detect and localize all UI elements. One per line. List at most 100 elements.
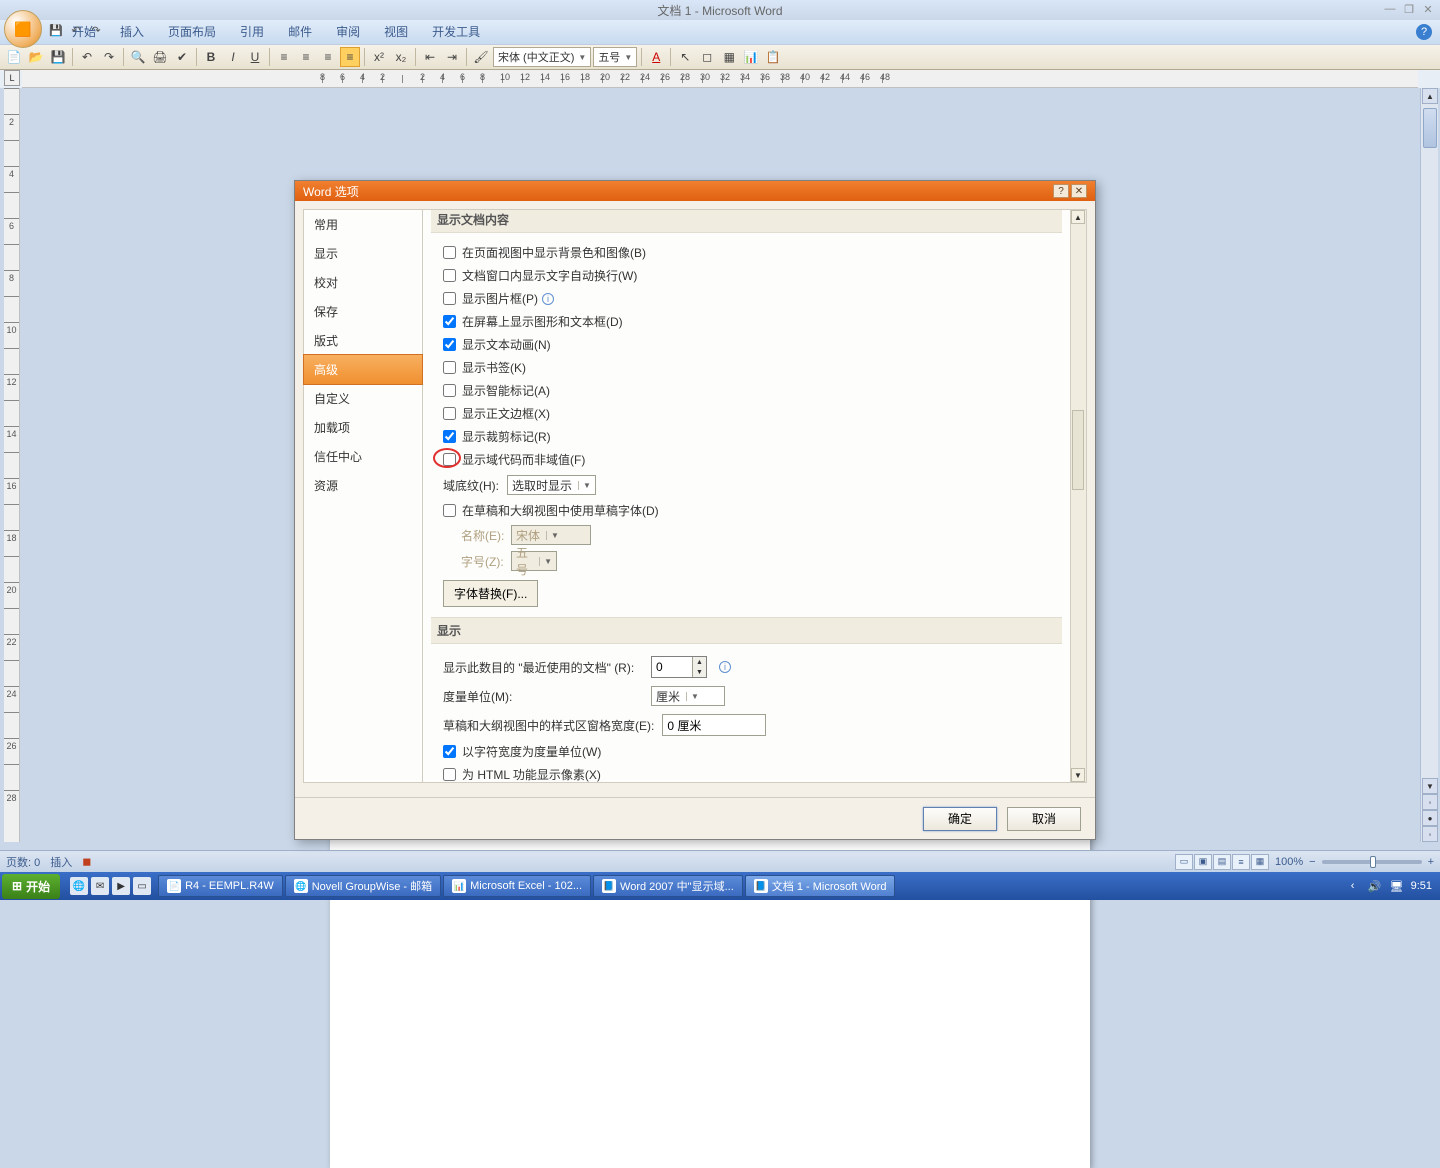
taskbar-item[interactable]: 📘Word 2007 中"显示域... xyxy=(593,875,743,897)
draft-font-checkbox[interactable] xyxy=(443,504,456,517)
restore-button[interactable]: ❐ xyxy=(1401,2,1417,16)
tab-layout[interactable]: 页面布局 xyxy=(156,19,228,44)
redo-icon[interactable]: ↷ xyxy=(99,47,119,67)
ql-icon-1[interactable]: 🌐 xyxy=(70,877,88,895)
start-button[interactable]: ⊞ 开始 xyxy=(2,874,60,899)
print-preview-icon[interactable]: 🔍 xyxy=(128,47,148,67)
info-icon[interactable]: i xyxy=(542,293,554,305)
options-nav-item[interactable]: 信任中心 xyxy=(304,442,422,471)
taskbar-item[interactable]: 📊Microsoft Excel - 102... xyxy=(443,875,591,897)
tray-icon-1[interactable]: ‹ xyxy=(1345,878,1361,894)
macro-record-icon[interactable]: ◼ xyxy=(82,855,91,868)
vertical-ruler[interactable]: 246810121416182022242628 xyxy=(4,88,20,842)
char-unit-checkbox-row[interactable]: 以字符宽度为度量单位(W) xyxy=(431,740,1062,763)
horizontal-ruler[interactable]: 8642246810121416182022242628303234363840… xyxy=(22,70,1418,88)
measurement-unit-dropdown[interactable]: 厘米▼ xyxy=(651,686,725,706)
option-checkbox[interactable] xyxy=(443,338,456,351)
open-icon[interactable]: 📂 xyxy=(26,47,46,67)
dialog-close-button[interactable]: ✕ xyxy=(1071,184,1087,198)
option-checkbox-row[interactable]: 显示文本动画(N) xyxy=(431,333,1062,356)
spin-down-icon[interactable]: ▼ xyxy=(693,667,706,677)
option-checkbox-row[interactable]: 显示域代码而非域值(F) xyxy=(431,448,1062,471)
align-right-icon[interactable]: ≡ xyxy=(318,47,338,67)
new-doc-icon[interactable]: 📄 xyxy=(4,47,24,67)
option-checkbox-row[interactable]: 在页面视图中显示背景色和图像(B) xyxy=(431,241,1062,264)
print-icon[interactable]: 🖨 xyxy=(150,47,170,67)
undo-icon[interactable]: ↶ xyxy=(77,47,97,67)
option-checkbox[interactable] xyxy=(443,384,456,397)
option-checkbox[interactable] xyxy=(443,361,456,374)
prev-page-icon[interactable]: ◦ xyxy=(1422,794,1438,810)
options-nav-item[interactable]: 校对 xyxy=(304,268,422,297)
zoom-level[interactable]: 100% xyxy=(1275,856,1303,868)
spin-up-icon[interactable]: ▲ xyxy=(693,657,706,667)
taskbar-item[interactable]: 📄R4 - EEMPL.R4W xyxy=(158,875,283,897)
bold-icon[interactable]: B xyxy=(201,47,221,67)
option-checkbox[interactable] xyxy=(443,407,456,420)
help-button[interactable]: ? xyxy=(1416,24,1432,40)
scroll-up-icon[interactable]: ▲ xyxy=(1422,88,1438,104)
draft-font-checkbox-row[interactable]: 在草稿和大纲视图中使用草稿字体(D) xyxy=(431,499,1062,522)
options-nav-item[interactable]: 常用 xyxy=(304,210,422,239)
options-nav-item[interactable]: 自定义 xyxy=(304,384,422,413)
spellcheck-icon[interactable]: ✔ xyxy=(172,47,192,67)
option-checkbox[interactable] xyxy=(443,246,456,259)
qat-undo-icon[interactable]: ↶ xyxy=(68,22,84,38)
subscript-icon[interactable]: x₂ xyxy=(391,47,411,67)
option-checkbox[interactable] xyxy=(443,315,456,328)
dialog-scrollbar[interactable]: ▲ ▼ xyxy=(1070,210,1086,782)
outline-view-icon[interactable]: ≡ xyxy=(1232,854,1250,870)
draft-view-icon[interactable]: ▦ xyxy=(1251,854,1269,870)
font-substitution-button[interactable]: 字体替换(F)... xyxy=(443,580,538,607)
tray-icon-2[interactable]: 🔊 xyxy=(1367,878,1383,894)
browse-object-icon[interactable]: ● xyxy=(1422,810,1438,826)
option-checkbox[interactable] xyxy=(443,453,456,466)
dialog-help-button[interactable]: ? xyxy=(1053,184,1069,198)
font-size-dropdown[interactable]: 五号▼ xyxy=(593,47,637,67)
page-count[interactable]: 页数: 0 xyxy=(6,854,40,870)
align-center-icon[interactable]: ≡ xyxy=(296,47,316,67)
options-nav-item[interactable]: 加载项 xyxy=(304,413,422,442)
print-layout-view-icon[interactable]: ▭ xyxy=(1175,854,1193,870)
select-objects-icon[interactable]: ↖ xyxy=(675,47,695,67)
recent-docs-input[interactable] xyxy=(652,657,692,677)
scroll-down-icon[interactable]: ▼ xyxy=(1422,778,1438,794)
option-checkbox[interactable] xyxy=(443,430,456,443)
options-nav-item[interactable]: 版式 xyxy=(304,326,422,355)
option-checkbox-row[interactable]: 文档窗口内显示文字自动换行(W) xyxy=(431,264,1062,287)
align-justify-icon[interactable]: ≡ xyxy=(340,47,360,67)
cancel-button[interactable]: 取消 xyxy=(1007,807,1081,831)
zoom-in-button[interactable]: + xyxy=(1428,856,1434,868)
option-checkbox-row[interactable]: 显示图片框(P)i xyxy=(431,287,1062,310)
option-checkbox-row[interactable]: 显示裁剪标记(R) xyxy=(431,425,1062,448)
char-unit-checkbox[interactable] xyxy=(443,745,456,758)
qat-save-icon[interactable]: 💾 xyxy=(48,22,64,38)
zoom-handle[interactable] xyxy=(1370,856,1376,868)
tab-mailings[interactable]: 邮件 xyxy=(276,19,324,44)
full-screen-view-icon[interactable]: ▣ xyxy=(1194,854,1212,870)
clock[interactable]: 9:51 xyxy=(1411,880,1432,892)
dialog-scroll-down-icon[interactable]: ▼ xyxy=(1071,768,1085,782)
tab-review[interactable]: 审阅 xyxy=(324,19,372,44)
ql-icon-2[interactable]: ✉ xyxy=(91,877,109,895)
taskbar-item[interactable]: 📘文档 1 - Microsoft Word xyxy=(745,875,896,897)
qat-redo-icon[interactable]: ↷ xyxy=(88,22,104,38)
insert-mode[interactable]: 插入 xyxy=(50,854,72,870)
indent-decrease-icon[interactable]: ⇤ xyxy=(420,47,440,67)
zoom-out-button[interactable]: − xyxy=(1309,856,1315,868)
dialog-scroll-up-icon[interactable]: ▲ xyxy=(1071,210,1085,224)
ql-icon-3[interactable]: ▶ xyxy=(112,877,130,895)
paste-icon[interactable]: 📋 xyxy=(763,47,783,67)
insert-table-icon[interactable]: ▦ xyxy=(719,47,739,67)
insert-shape-icon[interactable]: ◻ xyxy=(697,47,717,67)
office-button[interactable]: 🟧 xyxy=(4,10,42,48)
options-nav-item[interactable]: 高级 xyxy=(303,354,423,385)
html-pixels-checkbox-row[interactable]: 为 HTML 功能显示像素(X) xyxy=(431,763,1062,783)
options-nav-item[interactable]: 资源 xyxy=(304,471,422,500)
tab-selector[interactable]: L xyxy=(4,70,20,86)
tab-developer[interactable]: 开发工具 xyxy=(420,19,492,44)
superscript-icon[interactable]: x² xyxy=(369,47,389,67)
ql-icon-4[interactable]: ▭ xyxy=(133,877,151,895)
style-pane-width-input[interactable] xyxy=(662,714,766,736)
align-left-icon[interactable]: ≡ xyxy=(274,47,294,67)
